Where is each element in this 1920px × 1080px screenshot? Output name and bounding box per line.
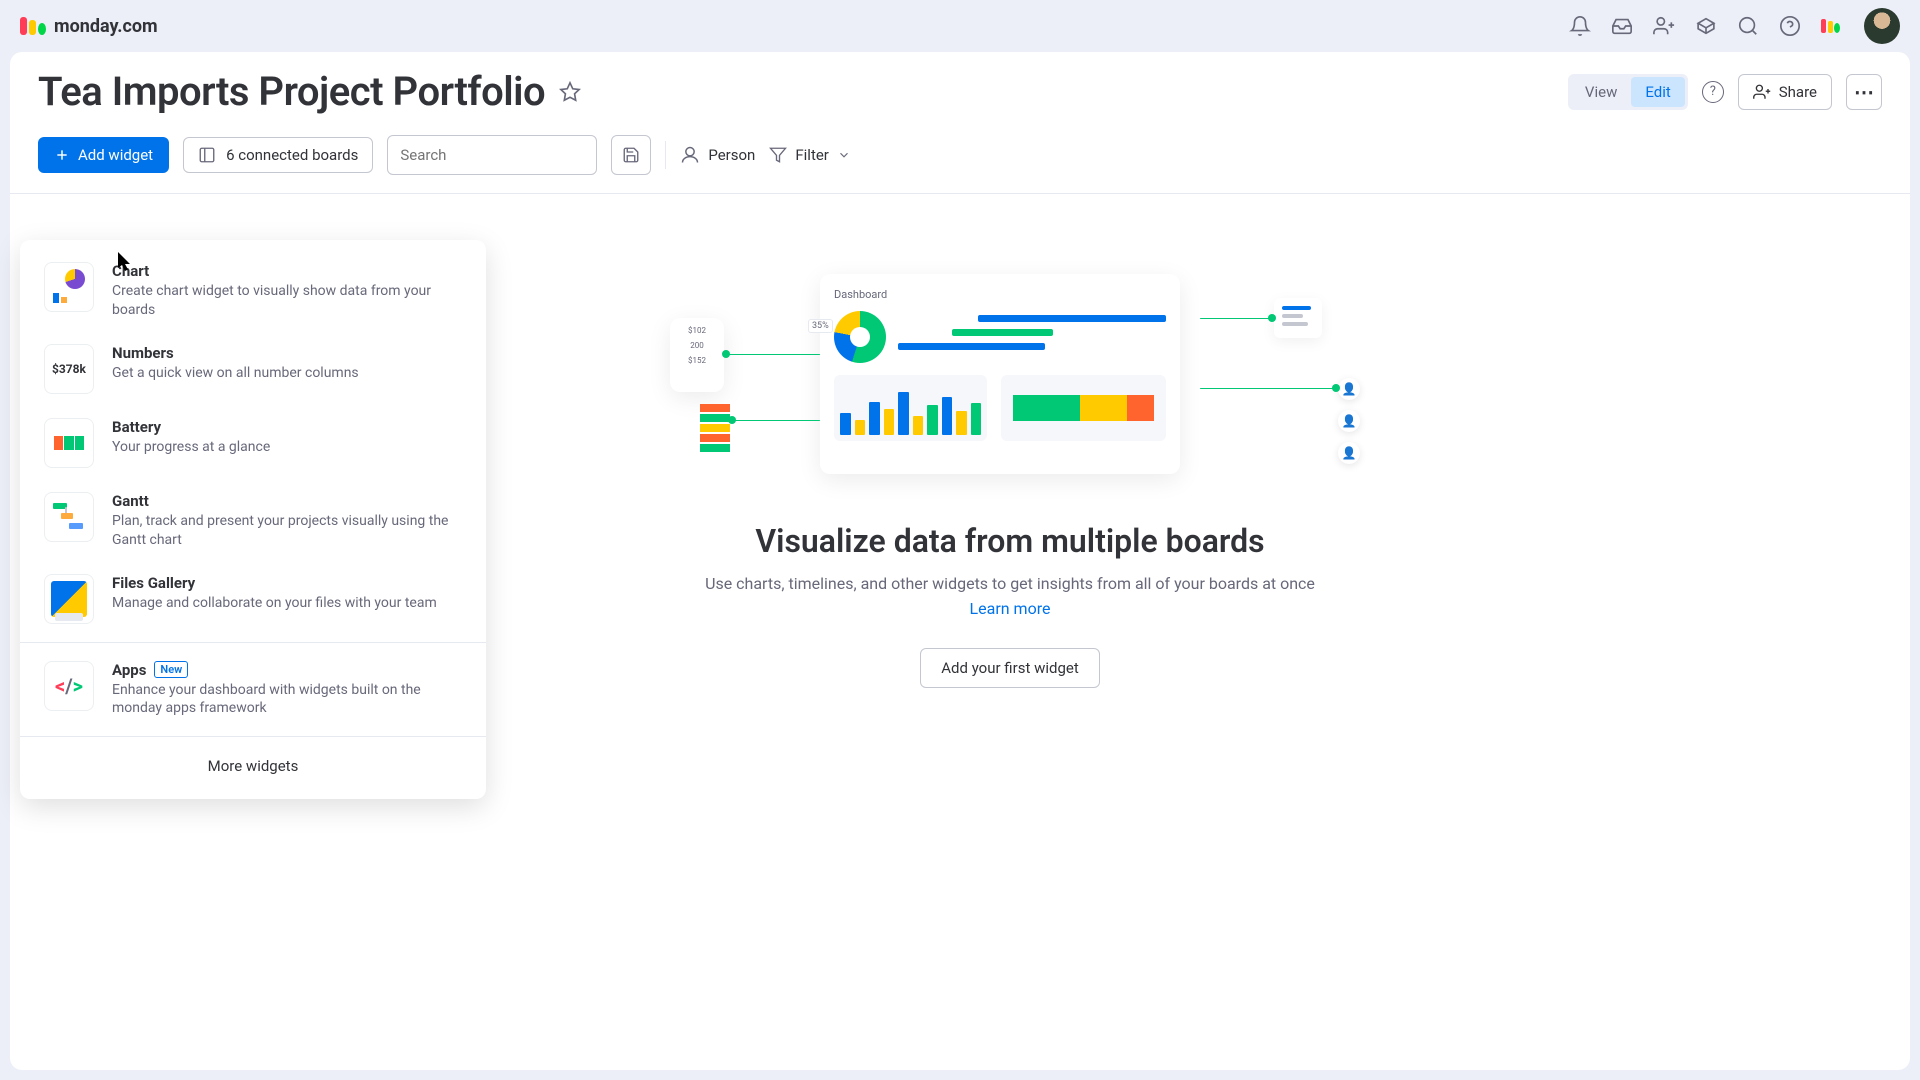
widget-desc: Your progress at a glance	[112, 438, 462, 457]
widget-option-gantt[interactable]: Gantt Plan, track and present your proje…	[20, 480, 486, 562]
product-switcher-icon[interactable]	[1821, 19, 1840, 33]
more-menu-button[interactable]: ⋯	[1846, 74, 1882, 110]
filter-button[interactable]: Filter	[769, 146, 851, 164]
view-mode-button[interactable]: View	[1571, 77, 1631, 107]
add-widget-menu: Chart Create chart widget to visually sh…	[20, 240, 486, 799]
new-badge: New	[154, 661, 188, 678]
toolbar-divider	[665, 141, 666, 169]
widget-desc: Create chart widget to visually show dat…	[112, 282, 462, 320]
widget-option-apps[interactable]: </> Apps New Enhance your dashboard with…	[20, 649, 486, 731]
save-icon-button[interactable]	[611, 135, 651, 175]
board-icon	[198, 146, 216, 164]
widget-name: Chart	[112, 262, 462, 280]
menu-divider	[20, 642, 486, 643]
widget-option-battery[interactable]: Battery Your progress at a glance	[20, 406, 486, 480]
widget-name: Gantt	[112, 492, 462, 510]
person-label: Person	[708, 146, 755, 164]
person-icon	[680, 145, 700, 165]
widget-desc: Enhance your dashboard with widgets buil…	[112, 681, 462, 719]
learn-more-link[interactable]: Learn more	[970, 599, 1051, 618]
brand-logo[interactable]: monday.com	[20, 16, 158, 37]
share-icon	[1753, 83, 1771, 101]
filter-label: Filter	[795, 146, 829, 164]
bell-icon[interactable]	[1569, 15, 1591, 37]
widget-desc: Manage and collaborate on your files wit…	[112, 594, 462, 613]
add-first-widget-button[interactable]: Add your first widget	[920, 648, 1099, 688]
empty-state-subtitle: Use charts, timelines, and other widgets…	[705, 574, 1315, 593]
plus-icon	[54, 147, 70, 163]
chevron-down-icon	[837, 148, 851, 162]
widget-name: Numbers	[112, 344, 462, 362]
apps-icon[interactable]	[1695, 15, 1717, 37]
menu-divider	[20, 736, 486, 737]
page-header: Tea Imports Project Portfolio View Edit …	[10, 52, 1910, 127]
favorite-star-icon[interactable]	[559, 81, 581, 103]
search-input[interactable]	[400, 146, 599, 164]
help-icon[interactable]	[1779, 15, 1801, 37]
share-label: Share	[1779, 83, 1817, 101]
brand-name: monday.com	[54, 16, 158, 37]
empty-state-title: Visualize data from multiple boards	[755, 522, 1264, 560]
toolbar: Add widget 6 connected boards Person Fil…	[10, 127, 1910, 194]
search-icon[interactable]	[1737, 15, 1759, 37]
invite-icon[interactable]	[1653, 15, 1675, 37]
battery-thumb-icon	[44, 418, 94, 468]
edit-mode-button[interactable]: Edit	[1631, 77, 1684, 107]
topbar-actions	[1569, 8, 1900, 44]
search-field[interactable]	[387, 135, 597, 175]
avatar[interactable]	[1864, 8, 1900, 44]
widget-name: Files Gallery	[112, 574, 462, 592]
apps-thumb-icon: </>	[44, 661, 94, 711]
inbox-icon[interactable]	[1611, 15, 1633, 37]
numbers-thumb-icon: $378k	[44, 344, 94, 394]
filter-icon	[769, 146, 787, 164]
gantt-thumb-icon	[44, 492, 94, 542]
view-edit-toggle: View Edit	[1568, 74, 1688, 110]
widget-desc: Get a quick view on all number columns	[112, 364, 462, 383]
top-bar: monday.com	[0, 0, 1920, 52]
connected-boards-label: 6 connected boards	[226, 146, 358, 164]
main-panel: Tea Imports Project Portfolio View Edit …	[10, 52, 1910, 1070]
dashboard-illustration: $102 200 $152 Dashboard 35%	[660, 262, 1360, 482]
widget-name: Battery	[112, 418, 462, 436]
add-widget-label: Add widget	[78, 146, 153, 164]
widget-option-files[interactable]: Files Gallery Manage and collaborate on …	[20, 562, 486, 636]
widget-option-chart[interactable]: Chart Create chart widget to visually sh…	[20, 250, 486, 332]
page-title: Tea Imports Project Portfolio	[38, 68, 545, 115]
files-thumb-icon	[44, 574, 94, 624]
widget-name: Apps New	[112, 661, 462, 679]
add-widget-button[interactable]: Add widget	[38, 137, 169, 173]
more-widgets-button[interactable]: More widgets	[20, 743, 486, 789]
widget-option-numbers[interactable]: $378k Numbers Get a quick view on all nu…	[20, 332, 486, 406]
widget-desc: Plan, track and present your projects vi…	[112, 512, 462, 550]
connected-boards-button[interactable]: 6 connected boards	[183, 137, 373, 173]
help-circle-icon[interactable]: ?	[1702, 81, 1724, 103]
logo-icon	[20, 17, 46, 35]
person-filter[interactable]: Person	[680, 145, 755, 165]
share-button[interactable]: Share	[1738, 74, 1832, 110]
chart-thumb-icon	[44, 262, 94, 312]
